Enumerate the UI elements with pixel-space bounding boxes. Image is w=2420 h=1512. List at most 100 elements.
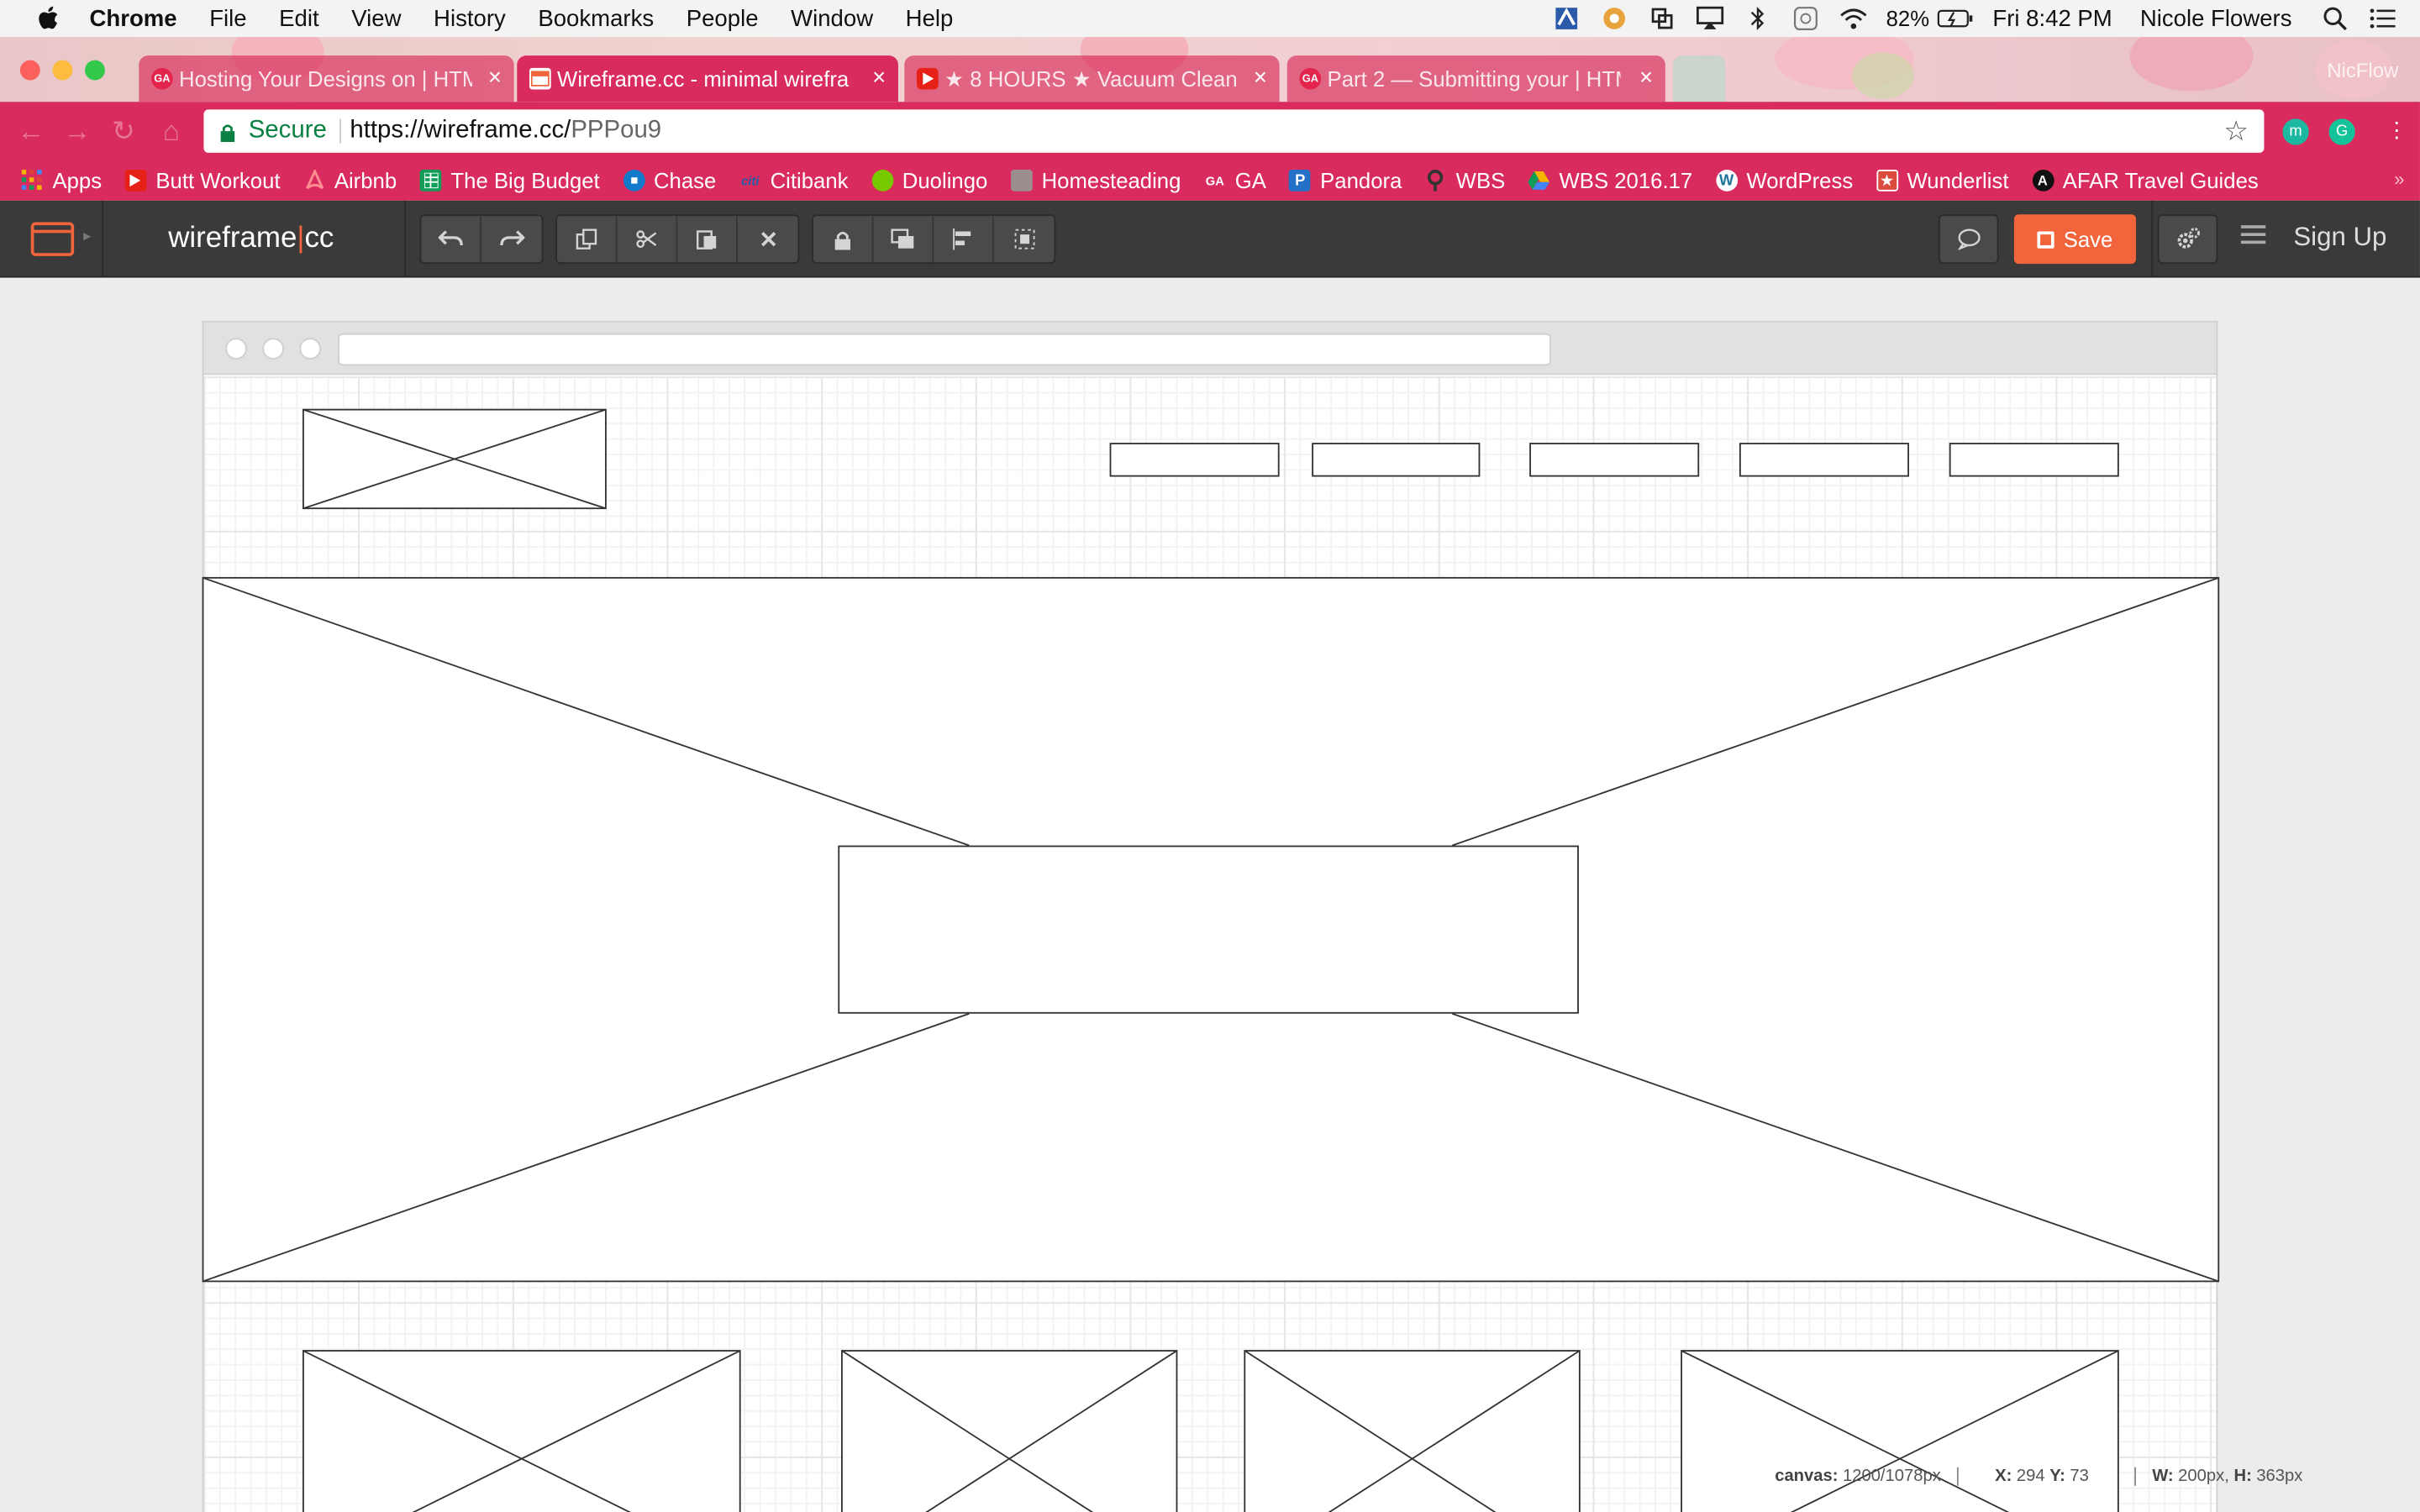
browser-tab[interactable]: GA Part 2 — Submitting your | HTML × — [1286, 55, 1665, 102]
status-label: X: — [1995, 1467, 2012, 1486]
address-bar[interactable]: Secure https://wireframe.cc/PPPou9 ☆ — [203, 109, 2265, 153]
nav-link-box[interactable] — [1529, 443, 1700, 477]
logo-image-placeholder[interactable] — [302, 408, 607, 510]
bookmark-pandora[interactable]: P Pandora — [1289, 168, 1402, 193]
bookmark-duolingo[interactable]: Duolingo — [871, 168, 987, 193]
scissors-icon[interactable] — [617, 216, 678, 263]
tab-close-icon[interactable]: × — [488, 65, 502, 91]
browser-tab[interactable]: ★ 8 HOURS ★ Vacuum Cleaner × — [904, 55, 1280, 102]
bookmark-butt-workout[interactable]: Butt Workout — [124, 168, 281, 193]
forward-arrow-icon[interactable]: → — [61, 115, 92, 147]
tab-close-icon[interactable]: × — [872, 65, 886, 91]
window-close-button[interactable] — [19, 60, 40, 81]
bluetooth-icon[interactable] — [1743, 5, 1774, 33]
card-image-placeholder[interactable] — [302, 1350, 741, 1512]
menu-view[interactable]: View — [351, 5, 401, 31]
nav-link-box[interactable] — [1949, 443, 2119, 477]
menu-edit[interactable]: Edit — [279, 5, 318, 31]
bring-to-front-icon[interactable] — [873, 216, 934, 263]
menu-history[interactable]: History — [434, 5, 506, 31]
chrome-status-icon[interactable] — [1599, 5, 1630, 33]
browser-tab[interactable]: GA Hosting Your Designs on | HTML × — [139, 55, 514, 102]
sync-icon[interactable] — [1647, 5, 1678, 33]
hamburger-menu-icon[interactable] — [2240, 225, 2266, 249]
window-zoom-button[interactable] — [85, 60, 105, 81]
chrome-menu-icon[interactable]: ⋮ — [2386, 118, 2408, 144]
chevron-right-icon[interactable]: ▸ — [83, 228, 91, 245]
apple-icon[interactable] — [34, 5, 61, 33]
bookmark-star-icon[interactable]: ☆ — [2223, 116, 2249, 149]
bookmark-wunderlist[interactable]: ★ Wunderlist — [1876, 168, 2009, 193]
bookmark-airbnb[interactable]: Airbnb — [303, 168, 397, 193]
sign-up-link[interactable]: Sign Up — [2293, 222, 2386, 253]
window-minimize-button[interactable] — [52, 60, 73, 81]
kaspersky-icon[interactable] — [1551, 5, 1582, 33]
battery-icon[interactable] — [1935, 5, 1975, 33]
bookmark-homesteading[interactable]: Homesteading — [1010, 168, 1181, 193]
settings-gears-icon[interactable] — [2157, 214, 2218, 265]
delete-icon[interactable] — [737, 216, 798, 263]
back-arrow-icon[interactable]: ← — [15, 115, 46, 147]
floral-theme-decoration — [1852, 52, 1914, 99]
undo-icon[interactable] — [421, 216, 482, 263]
card-image-placeholder[interactable] — [1244, 1350, 1581, 1512]
bookmark-afar[interactable]: A AFAR Travel Guides — [2032, 168, 2259, 193]
cloud-app-icon[interactable] — [1791, 5, 1822, 33]
profile-name[interactable]: NicFlow — [2327, 59, 2398, 82]
afar-icon: A — [2032, 170, 2054, 192]
menu-app-name[interactable]: Chrome — [90, 5, 177, 31]
copy-icon[interactable] — [557, 216, 618, 263]
menu-window[interactable]: Window — [791, 5, 873, 31]
new-tab-button[interactable] — [1672, 55, 1726, 102]
comment-icon[interactable] — [1938, 214, 1999, 265]
wifi-icon[interactable] — [1839, 5, 1870, 33]
home-icon[interactable]: ⌂ — [156, 115, 187, 147]
airbnb-icon — [303, 170, 325, 192]
bookmark-label: Apps — [52, 168, 103, 193]
save-button[interactable]: Save — [2013, 214, 2136, 265]
nav-link-box[interactable] — [1312, 443, 1481, 477]
bookmark-chase[interactable]: Chase — [623, 168, 716, 193]
frame-type-icon[interactable] — [30, 222, 75, 256]
url-text[interactable]: https://wireframe.cc/PPPou9 — [350, 118, 661, 145]
grammarly-icon[interactable]: G — [2328, 118, 2355, 145]
tab-close-icon[interactable]: × — [1254, 65, 1267, 91]
bookmark-ga[interactable]: GA GA — [1204, 168, 1266, 192]
wireframe-favicon-icon — [529, 67, 551, 90]
bookmark-wbs-2016[interactable]: WBS 2016.17 — [1528, 168, 1692, 193]
extension-m-icon[interactable]: m — [2282, 118, 2309, 145]
bookmark-big-budget[interactable]: The Big Budget — [419, 168, 600, 193]
nav-link-box[interactable] — [1739, 443, 1909, 477]
paste-icon[interactable] — [677, 216, 738, 263]
wireframe-logo[interactable]: wireframe|cc — [168, 222, 334, 255]
menu-bookmarks[interactable]: Bookmarks — [538, 5, 654, 31]
card-image-placeholder[interactable] — [841, 1350, 1178, 1512]
bookmark-citibank[interactable]: citi Citibank — [739, 168, 848, 192]
menu-help[interactable]: Help — [906, 5, 954, 31]
bookmark-label: Wunderlist — [1907, 168, 2009, 193]
reload-icon[interactable]: ↻ — [108, 115, 139, 147]
menu-clock[interactable]: Fri 8:42 PM — [1992, 5, 2112, 31]
nav-link-box[interactable] — [1109, 443, 1280, 477]
bookmark-label: WordPress — [1746, 168, 1854, 193]
status-value: 200px, — [2178, 1467, 2229, 1486]
spotlight-search-icon[interactable] — [2320, 5, 2351, 33]
airplay-icon[interactable] — [1695, 5, 1726, 33]
align-icon[interactable] — [934, 216, 994, 263]
browser-tab-active[interactable]: Wireframe.cc - minimal wireframing × — [517, 55, 898, 102]
lock-icon[interactable] — [813, 216, 874, 263]
menu-user[interactable]: Nicole Flowers — [2140, 5, 2292, 31]
bookmark-apps[interactable]: Apps — [21, 168, 103, 193]
menu-people[interactable]: People — [687, 5, 759, 31]
notification-center-icon[interactable] — [2367, 5, 2398, 33]
bookmark-label: AFAR Travel Guides — [2062, 168, 2259, 193]
bookmarks-overflow-icon[interactable]: » — [2394, 168, 2404, 190]
logo-text: wireframe — [168, 222, 297, 255]
redo-icon[interactable] — [481, 216, 542, 263]
tab-close-icon[interactable]: × — [1639, 65, 1653, 91]
menu-file[interactable]: File — [209, 5, 246, 31]
group-select-icon[interactable] — [993, 216, 1055, 263]
bookmark-wordpress[interactable]: W WordPress — [1715, 168, 1854, 193]
bookmark-wbs[interactable]: WBS — [1425, 168, 1505, 193]
hero-text-box[interactable] — [838, 845, 1579, 1014]
